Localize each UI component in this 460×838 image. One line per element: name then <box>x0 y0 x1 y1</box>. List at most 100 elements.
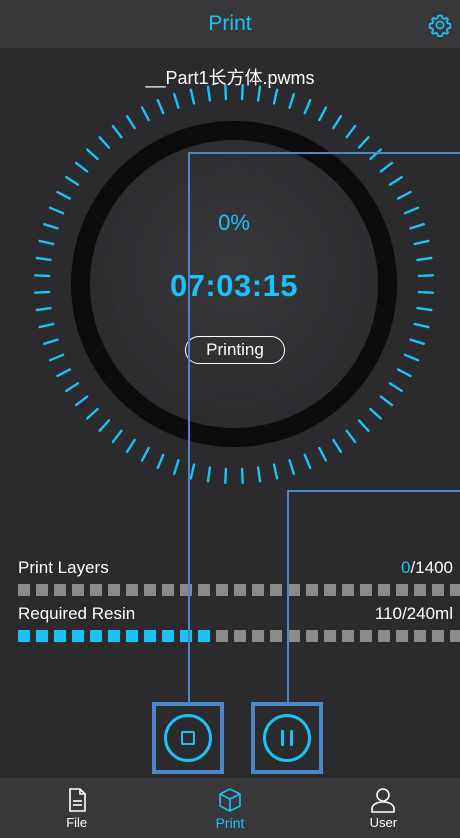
dial-tick <box>224 467 228 484</box>
bar-segment <box>432 584 444 596</box>
user-icon <box>371 788 396 813</box>
tab-file[interactable]: File <box>0 778 153 838</box>
dial-tick <box>224 83 228 101</box>
stop-button-highlight <box>152 702 224 774</box>
dial-tick <box>98 419 111 432</box>
bar-segment <box>360 630 372 642</box>
dial-tick <box>86 407 99 420</box>
bar-segment <box>198 630 210 642</box>
dial-tick <box>256 85 262 102</box>
stop-icon <box>181 731 195 745</box>
required-resin-label: Required Resin <box>18 604 136 623</box>
status-badge: Printing <box>185 336 285 364</box>
dial-tick <box>64 175 80 186</box>
bar-segment <box>180 630 192 642</box>
dial-tick <box>156 453 165 470</box>
dial-tick <box>86 148 99 161</box>
dial-tick <box>172 93 180 109</box>
tab-user[interactable]: User <box>307 778 460 838</box>
dial-tick <box>288 93 295 109</box>
bar-segment <box>54 630 66 642</box>
dial-tick <box>38 322 55 329</box>
bar-segment <box>90 584 102 596</box>
dial-tick <box>56 190 72 200</box>
dial-tick <box>125 115 136 130</box>
dial-tick <box>240 467 244 484</box>
header: Print <box>0 0 460 48</box>
cube-icon <box>219 787 241 812</box>
stop-button[interactable] <box>164 714 212 762</box>
dial-tick <box>272 463 279 480</box>
bar-segment <box>252 630 264 642</box>
total-layers: /1400 <box>410 558 453 577</box>
bar-segment <box>36 584 48 596</box>
dial-tick <box>64 382 80 393</box>
dial-tick <box>98 136 111 149</box>
dial-tick <box>189 88 196 105</box>
dial-tick <box>56 368 72 378</box>
bar-segment <box>270 630 282 642</box>
dial-tick <box>111 124 123 139</box>
bar-segment <box>378 584 390 596</box>
bar-segment <box>414 584 426 596</box>
bar-segment <box>252 584 264 596</box>
bar-segment <box>216 630 228 642</box>
dial-tick <box>403 353 420 362</box>
print-layers-label: Print Layers <box>18 558 109 577</box>
layers-progress-bar <box>18 584 460 596</box>
gear-icon[interactable] <box>428 13 452 38</box>
print-layers-value: 0/1400 <box>401 558 453 578</box>
bar-segment <box>306 584 318 596</box>
bar-segment <box>90 630 102 642</box>
bottom-tab-bar: File Print User <box>0 778 460 838</box>
dial-tick <box>140 446 150 462</box>
bar-segment <box>450 630 460 642</box>
dial-tick <box>379 161 394 173</box>
bar-segment <box>216 584 228 596</box>
pause-button[interactable] <box>263 714 311 762</box>
dial-tick <box>332 438 343 453</box>
bar-segment <box>144 630 156 642</box>
dial-tick <box>416 306 433 312</box>
dial-tick <box>345 124 357 139</box>
dial-tick <box>35 306 52 312</box>
dial-tick <box>48 353 65 362</box>
bar-segment <box>18 584 30 596</box>
dial-tick <box>416 256 433 262</box>
dial-tick <box>206 466 212 483</box>
dial-tick <box>38 239 55 246</box>
bar-segment <box>162 630 174 642</box>
bar-segment <box>342 584 354 596</box>
resin-progress-bar <box>18 630 460 642</box>
bar-segment <box>72 630 84 642</box>
dial-tick <box>111 429 123 444</box>
dial-tick <box>303 453 312 470</box>
tab-file-label: File <box>66 815 88 830</box>
dial-tick <box>388 382 403 393</box>
dial-tick <box>409 338 425 345</box>
dial-tick <box>74 395 89 407</box>
bar-segment <box>342 630 354 642</box>
dial-tick <box>156 98 165 115</box>
bar-segment <box>72 584 84 596</box>
dial-tick <box>413 239 430 246</box>
bar-segment <box>306 630 318 642</box>
bar-segment <box>108 630 120 642</box>
bar-segment <box>126 630 138 642</box>
bar-segment <box>126 584 138 596</box>
bar-segment <box>54 584 66 596</box>
pause-connector-line <box>287 490 460 704</box>
dial-tick <box>125 438 136 453</box>
dial-tick <box>74 161 89 173</box>
bar-segment <box>324 584 336 596</box>
dial-tick <box>388 175 403 186</box>
bar-segment <box>450 584 460 596</box>
bar-segment <box>432 630 444 642</box>
dial-tick <box>272 88 279 105</box>
dial-tick <box>369 148 382 161</box>
tab-print[interactable]: Print <box>153 778 306 838</box>
tab-print-label: Print <box>215 814 245 831</box>
dial-tick <box>357 419 370 432</box>
bar-segment <box>288 630 300 642</box>
pause-button-highlight <box>251 702 323 774</box>
